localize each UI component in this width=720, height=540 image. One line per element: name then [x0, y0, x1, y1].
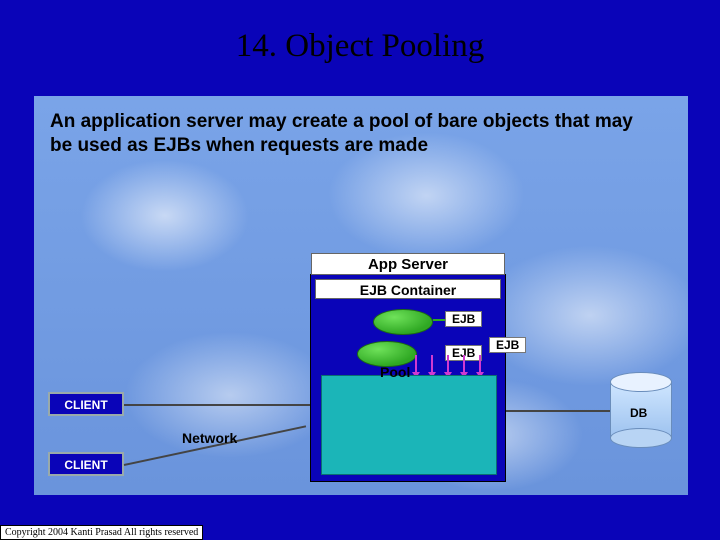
- copyright-notice: Copyright 2004 Kanti Prasad All rights r…: [0, 525, 203, 540]
- pool-label: Pool: [380, 364, 410, 380]
- network-line: [124, 404, 310, 406]
- slide-description: An application server may create a pool …: [50, 110, 660, 158]
- arrow-down-icon: [479, 355, 481, 373]
- arrow-down-icon: [447, 355, 449, 373]
- arrow-down-icon: [463, 355, 465, 373]
- ejb-label: EJB: [489, 337, 526, 353]
- pool-box: Pool: [321, 375, 497, 475]
- arrow-down-icon: [431, 355, 433, 373]
- db-label: DB: [630, 406, 647, 420]
- app-server-box: App Server EJB Container EJB EJB EJB Poo…: [310, 274, 506, 482]
- ejb-bean-icon: [373, 309, 433, 335]
- db-connector-line: [506, 410, 610, 412]
- app-server-label: App Server: [311, 253, 505, 275]
- client-box: CLIENT: [48, 452, 124, 476]
- connector-line: [433, 319, 445, 321]
- ejb-label: EJB: [445, 311, 482, 327]
- ejb-container-label: EJB Container: [315, 279, 501, 299]
- arrow-down-icon: [415, 355, 417, 373]
- slide-content: An application server may create a pool …: [34, 96, 688, 495]
- network-label: Network: [182, 430, 237, 446]
- client-box: CLIENT: [48, 392, 124, 416]
- slide-title: 14. Object Pooling: [0, 0, 720, 65]
